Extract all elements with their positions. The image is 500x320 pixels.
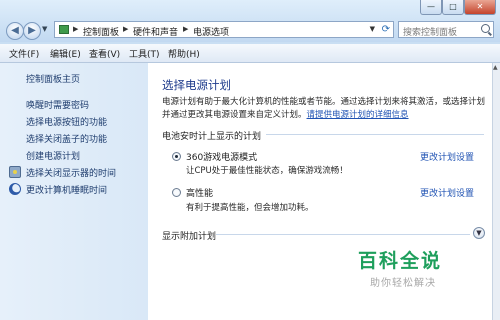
menu-file[interactable]: 文件(F)	[9, 47, 39, 60]
plan-radio-360-gaming[interactable]	[172, 152, 181, 161]
plan-name-360-gaming: 360游戏电源模式	[186, 153, 258, 163]
sidebar-item-lid-close[interactable]: 选择关闭盖子的功能	[26, 132, 107, 145]
scrollbar[interactable]	[492, 63, 500, 320]
sidebar-item-create-plan[interactable]: 创建电源计划	[26, 149, 80, 162]
show-additional-plans[interactable]: 显示附加计划	[162, 229, 216, 242]
search-placeholder: 搜索控制面板	[403, 28, 458, 38]
maximize-button[interactable]: □	[442, 0, 464, 15]
back-button[interactable]: ◀	[6, 22, 24, 40]
search-input[interactable]: 搜索控制面板	[398, 21, 494, 38]
breadcrumb-power-options[interactable]: 电源选项	[193, 25, 229, 38]
monitor-icon	[9, 166, 21, 178]
sidebar-item-power-button[interactable]: 选择电源按钮的功能	[26, 115, 107, 128]
menu-tools[interactable]: 工具(T)	[129, 47, 160, 60]
plan-name-high-performance: 高性能	[186, 189, 214, 199]
recent-pages-chevron-icon[interactable]: ▼	[42, 25, 47, 33]
refresh-icon[interactable]: ⟳	[382, 24, 390, 35]
power-options-window: — □ ✕ ◀ ▶ ▼ ▶ 控制面板 ▶ 硬件和声音 ▶ 电源选项 ▼ ⟳ 搜索…	[0, 0, 500, 320]
watermark-subtitle: 助你轻松解决	[370, 278, 436, 289]
watermark-logo: 百科全说	[358, 250, 443, 272]
chevron-down-icon[interactable]: ▼	[473, 227, 485, 239]
address-area: — □ ✕ ◀ ▶ ▼ ▶ 控制面板 ▶ 硬件和声音 ▶ 电源选项 ▼ ⟳ 搜索…	[0, 0, 500, 42]
change-plan-settings-link[interactable]: 更改计划设置	[420, 186, 474, 199]
plan-details-link[interactable]: 请提供电源计划的详细信息	[307, 110, 409, 120]
breadcrumb-separator-icon[interactable]: ▶	[73, 25, 78, 33]
plan-desc-high-performance: 有利于提高性能，但会增加功耗。	[186, 203, 314, 213]
sidebar-item-wake-password[interactable]: 唤醒时需要密码	[26, 98, 89, 111]
minimize-button[interactable]: —	[420, 0, 442, 15]
menu-view[interactable]: 查看(V)	[89, 47, 120, 60]
moon-icon	[9, 183, 21, 195]
sidebar-item-sleep-time[interactable]: 更改计算机睡眠时间	[26, 183, 107, 196]
breadcrumb-control-panel[interactable]: 控制面板	[83, 25, 119, 38]
breadcrumb[interactable]: ▶ 控制面板 ▶ 硬件和声音 ▶ 电源选项 ▼ ⟳	[54, 21, 394, 38]
control-panel-icon	[59, 25, 69, 34]
plan-radio-high-performance[interactable]	[172, 188, 181, 197]
plan-desc-360-gaming: 让CPU处于最佳性能状态，确保游戏流畅！	[186, 166, 348, 176]
address-dropdown-icon[interactable]: ▼	[370, 25, 375, 33]
section-divider	[266, 134, 484, 135]
breadcrumb-separator-icon[interactable]: ▶	[123, 25, 128, 33]
menu-bar: 文件(F) 编辑(E) 查看(V) 工具(T) 帮助(H)	[0, 44, 500, 63]
sidebar-item-display-off[interactable]: 选择关闭显示器的时间	[26, 166, 116, 179]
expander-divider	[216, 234, 470, 235]
menu-edit[interactable]: 编辑(E)	[50, 47, 81, 60]
scroll-up-arrow-icon[interactable]: ▲	[493, 64, 498, 71]
sidebar: 控制面板主页 唤醒时需要密码 选择电源按钮的功能 选择关闭盖子的功能 创建电源计…	[0, 63, 148, 320]
watermark: 百科全说 助你轻松解决	[352, 246, 472, 298]
menu-help[interactable]: 帮助(H)	[168, 47, 200, 60]
breadcrumb-separator-icon[interactable]: ▶	[183, 25, 188, 33]
page-description: 电源计划有助于最大化计算机的性能或者节能。通过选择计划来将其激活，或选择计划并通…	[162, 96, 488, 122]
search-icon[interactable]	[481, 24, 490, 33]
breadcrumb-hardware-sound[interactable]: 硬件和声音	[133, 25, 178, 38]
sidebar-home-link[interactable]: 控制面板主页	[26, 72, 80, 85]
forward-button[interactable]: ▶	[23, 22, 41, 40]
page-title: 选择电源计划	[162, 78, 231, 92]
change-plan-settings-link[interactable]: 更改计划设置	[420, 150, 474, 163]
plans-section-label: 电池安时计上显示的计划	[162, 132, 262, 142]
close-button[interactable]: ✕	[464, 0, 496, 15]
